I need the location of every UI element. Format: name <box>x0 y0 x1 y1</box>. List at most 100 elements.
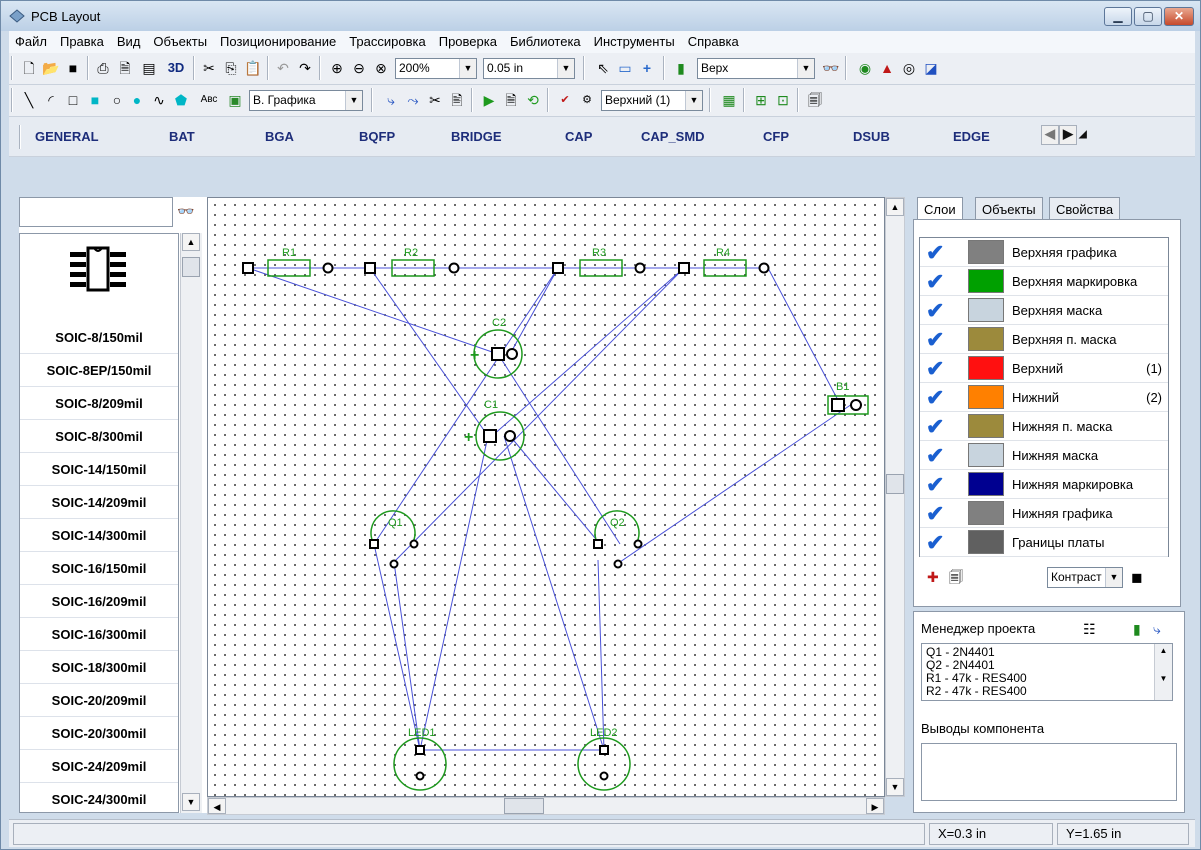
list-item[interactable]: SOIC-8/300mil <box>20 421 178 453</box>
layer-row[interactable]: ✔ Границы платы <box>920 528 1168 557</box>
checkmark-icon[interactable]: ✔ <box>926 298 944 324</box>
list-item[interactable]: SOIC-20/209mil <box>20 685 178 717</box>
list-item[interactable]: R2 - 47k - RES400 <box>926 685 1154 698</box>
list-item[interactable]: SOIC-8/150mil <box>20 322 178 354</box>
cut-icon[interactable]: ✂ <box>199 57 219 79</box>
checkmark-icon[interactable]: ✔ <box>926 472 944 498</box>
component-list-scrollbar[interactable]: ▲ ▼ <box>180 233 202 813</box>
checkmark-icon[interactable]: ✔ <box>926 269 944 295</box>
lib-tab-bridge[interactable]: BRIDGE <box>451 129 502 144</box>
open-folder-icon[interactable]: 📂 <box>41 57 61 79</box>
binoculars-icon[interactable]: 👓 <box>177 203 194 220</box>
layer-select[interactable]: Верх ▼ <box>697 58 815 79</box>
project-list[interactable]: Q1 - 2N4401 Q2 - 2N4401 R1 - 47k - RES40… <box>921 643 1173 701</box>
maximize-button[interactable]: ▢ <box>1134 7 1162 26</box>
project-list-scrollbar[interactable]: ▲ ▼ <box>1154 644 1172 700</box>
ellipse-tool-icon[interactable]: ○ <box>107 89 127 111</box>
pad-icon[interactable]: ◉ <box>855 57 875 79</box>
redo-icon[interactable]: ↷ <box>295 57 315 79</box>
layer-color-swatch[interactable] <box>968 414 1004 438</box>
minimize-button[interactable]: ▁ <box>1104 7 1132 26</box>
net-view-icon[interactable]: ⤷ <box>1153 619 1161 639</box>
image-tool-icon[interactable]: ▣ <box>225 89 245 111</box>
layer-color-swatch[interactable] <box>968 356 1004 380</box>
lib-tab-edge[interactable]: EDGE <box>953 129 990 144</box>
layer-row[interactable]: ✔ Нижняя маркировка <box>920 470 1168 499</box>
layer-row[interactable]: ✔ Верхняя маркировка <box>920 267 1168 296</box>
layer-color-swatch[interactable] <box>968 327 1004 351</box>
tab-layers[interactable]: Слои <box>917 197 963 221</box>
drc-check-icon[interactable]: ✔ <box>555 89 575 111</box>
list-item[interactable]: SOIC-16/300mil <box>20 619 178 651</box>
checkmark-icon[interactable]: ✔ <box>926 385 944 411</box>
list-item[interactable]: SOIC-18/300mil <box>20 652 178 684</box>
list-item[interactable]: SOIC-16/209mil <box>20 586 178 618</box>
binoculars-icon[interactable]: 👓 <box>821 57 841 79</box>
checkmark-icon[interactable]: ✔ <box>926 501 944 527</box>
layer-color-swatch[interactable] <box>968 443 1004 467</box>
layer-row[interactable]: ✔ Нижний (2) <box>920 383 1168 412</box>
layer-row[interactable]: ✔ Верхний (1) <box>920 354 1168 383</box>
list-icon[interactable]: ☷ <box>1083 619 1096 639</box>
properties-icon[interactable]: 🗐 <box>805 89 825 111</box>
pointer-icon[interactable]: ⇖ <box>593 57 613 79</box>
lib-tab-cap-smd[interactable]: CAP_SMD <box>641 129 705 144</box>
checkmark-icon[interactable]: ✔ <box>926 327 944 353</box>
component-search-input[interactable] <box>19 197 173 227</box>
filled-rectangle-icon[interactable]: ■ <box>85 89 105 111</box>
menu-help[interactable]: Справка <box>682 31 746 49</box>
lib-tab-bat[interactable]: BAT <box>169 129 195 144</box>
lib-tab-cap[interactable]: CAP <box>565 129 592 144</box>
text-tool-button[interactable]: Авс <box>195 89 223 111</box>
export-icon[interactable]: 🗎 <box>501 89 521 111</box>
route-tool-icon[interactable]: ▭ <box>615 57 635 79</box>
layer-row[interactable]: ✔ Нижняя маска <box>920 441 1168 470</box>
text-a-icon[interactable]: ▲ <box>877 57 897 79</box>
scroll-down-icon[interactable]: ▼ <box>182 793 200 811</box>
split-route-icon[interactable]: ✂ <box>425 89 445 111</box>
layer-row[interactable]: ✔ Верхняя п. маска <box>920 325 1168 354</box>
scroll-up-icon[interactable]: ▲ <box>182 233 200 251</box>
menu-file[interactable]: Файл <box>9 31 54 49</box>
scroll-thumb[interactable] <box>182 257 200 277</box>
lib-tab-cfp[interactable]: CFP <box>763 129 789 144</box>
polygon-icon[interactable]: ◪ <box>921 57 941 79</box>
paste-icon[interactable]: 📋 <box>243 57 263 79</box>
scroll-down-icon[interactable]: ▼ <box>886 778 904 796</box>
close-button[interactable]: ✕ <box>1164 7 1194 26</box>
layer-color-swatch[interactable] <box>968 472 1004 496</box>
polyline-icon[interactable]: ∿ <box>149 89 169 111</box>
menu-routing[interactable]: Трассировка <box>343 31 433 49</box>
board-icon[interactable]: ▦ <box>719 89 739 111</box>
tab-properties[interactable]: Свойства <box>1049 197 1121 219</box>
checkmark-icon[interactable]: ✔ <box>926 356 944 382</box>
list-item[interactable]: SOIC-8EP/150mil <box>20 355 178 387</box>
line-tool-icon[interactable]: ╲ <box>19 89 39 111</box>
menu-edit[interactable]: Правка <box>54 31 111 49</box>
grid-select[interactable]: 0.05 in ▼ <box>483 58 575 79</box>
list-item[interactable]: SOIC-16/150mil <box>20 553 178 585</box>
run-icon[interactable]: ▶ <box>479 89 499 111</box>
list-item[interactable]: SOIC-14/300mil <box>20 520 178 552</box>
layer-row[interactable]: ✔ Верхняя графика <box>920 238 1168 267</box>
component-tool-icon[interactable]: ⊞ <box>751 89 771 111</box>
component-edit-icon[interactable]: ⊡ <box>773 89 793 111</box>
lib-tab-general[interactable]: GENERAL <box>35 129 99 144</box>
list-item[interactable]: SOIC-8/209mil <box>20 388 178 420</box>
menu-objects[interactable]: Объекты <box>147 31 214 49</box>
route-icon[interactable]: ⤷ <box>381 89 401 111</box>
tab-scroll-right-icon[interactable]: ▶ <box>1059 125 1077 145</box>
print-preview-icon[interactable]: 🗎 <box>115 57 135 79</box>
tab-scroll-left-icon[interactable]: ◀ <box>1041 125 1059 145</box>
canvas-vertical-scrollbar[interactable]: ▲ ▼ <box>885 197 905 797</box>
layer-color-swatch[interactable] <box>968 385 1004 409</box>
drc-settings-icon[interactable]: ⚙ <box>577 89 597 111</box>
contrast-toggle-icon[interactable]: ◼ <box>1131 567 1143 587</box>
print-icon[interactable]: ⎙ <box>93 57 113 79</box>
zoom-in-icon[interactable]: ⊕ <box>327 57 347 79</box>
filled-ellipse-icon[interactable]: ● <box>127 89 147 111</box>
via-icon[interactable]: ◎ <box>899 57 919 79</box>
checkmark-icon[interactable]: ✔ <box>926 240 944 266</box>
signal-layer-select[interactable]: Верхний (1) ▼ <box>601 90 703 111</box>
route-settings-icon[interactable]: 🖹 <box>447 89 467 111</box>
